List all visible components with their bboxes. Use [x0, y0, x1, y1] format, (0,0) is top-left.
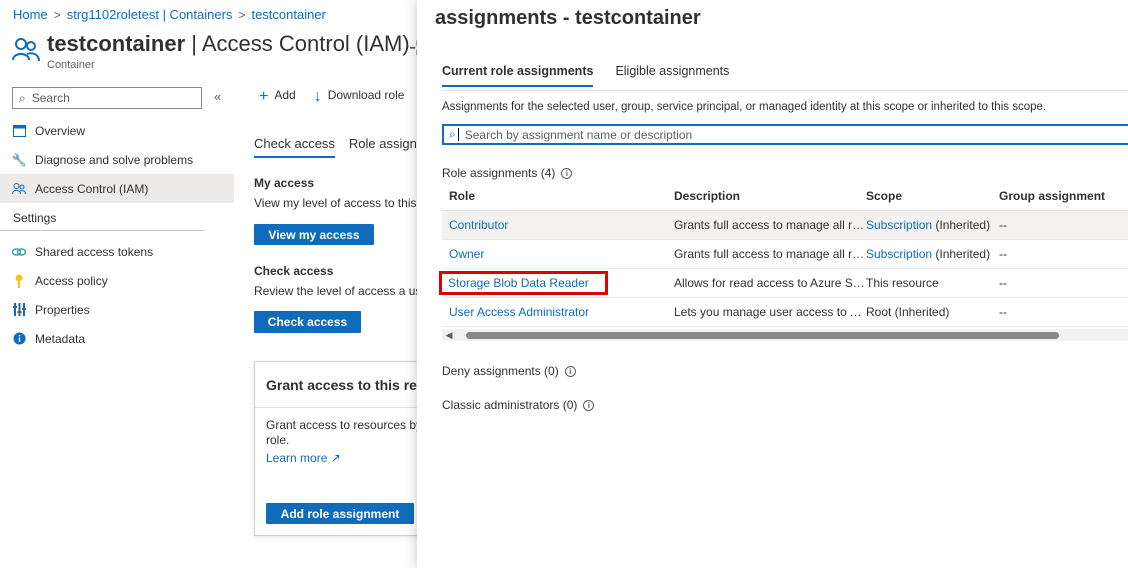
- sidebar-item-shared-access-tokens[interactable]: Shared access tokens: [0, 237, 234, 266]
- breadcrumb-testcontainer[interactable]: testcontainer: [251, 7, 325, 22]
- role-scope: Root (Inherited): [866, 305, 950, 319]
- people-icon: [12, 182, 26, 196]
- role-link[interactable]: Storage Blob Data Reader: [439, 271, 608, 295]
- role-assignments-table: Role Description Scope Group assignment …: [439, 182, 1128, 327]
- sidebar-item-diagnose[interactable]: 🔧 Diagnose and solve problems: [0, 145, 234, 174]
- panel-description: Assignments for the selected user, group…: [442, 101, 1047, 113]
- role-link[interactable]: User Access Administrator: [449, 305, 589, 319]
- check-access-text: Review the level of access a use: [254, 284, 429, 298]
- chevron-right-icon: >: [53, 7, 61, 22]
- role-description: Grants full access to manage all re...: [674, 247, 866, 261]
- info-icon: [12, 332, 26, 346]
- chevron-right-icon: >: [238, 7, 246, 22]
- info-icon[interactable]: i: [564, 365, 576, 377]
- classic-administrators: Classic administrators (0) i: [442, 398, 595, 412]
- role-link[interactable]: Owner: [449, 247, 484, 261]
- my-access-text: View my level of access to this r: [254, 196, 424, 210]
- sidebar-section: Settings: [0, 203, 234, 237]
- tabs-divider: [442, 90, 1128, 91]
- search-icon: ⌕: [19, 90, 26, 105]
- sidebar-nav: Overview 🔧 Diagnose and solve problems A…: [0, 116, 234, 353]
- assignments-panel: assignments - testcontainer Current role…: [417, 0, 1128, 568]
- iam-tabs: Check access Role assignm: [254, 136, 428, 158]
- grant-access-title: Grant access to this reso: [266, 377, 434, 393]
- role-assignments-count: Role assignments (4) i: [442, 166, 573, 180]
- page-subtitle: Container: [47, 59, 95, 71]
- check-access-title: Check access: [254, 264, 334, 278]
- table-row[interactable]: Owner Grants full access to manage all r…: [442, 240, 1128, 269]
- sidebar-item-access-policy[interactable]: Access policy: [0, 266, 234, 295]
- scrollbar-thumb[interactable]: [466, 332, 1059, 339]
- role-scope: Subscription (Inherited): [866, 218, 991, 232]
- breadcrumb-home[interactable]: Home: [13, 7, 48, 22]
- check-access-button[interactable]: Check access: [254, 311, 361, 333]
- scroll-left-icon[interactable]: ◀: [442, 330, 456, 341]
- role-description: Allows for read access to Azure St...: [674, 276, 866, 290]
- sidebar-item-overview[interactable]: Overview: [0, 116, 234, 145]
- view-my-access-button[interactable]: View my access: [254, 224, 374, 245]
- text-caret: [457, 128, 459, 141]
- column-header-role[interactable]: Role: [442, 189, 674, 203]
- people-icon: [12, 38, 40, 62]
- sidebar-search-input[interactable]: ⌕ Search: [12, 87, 202, 109]
- properties-icon: [12, 303, 26, 317]
- group-assignment: --: [999, 247, 1007, 261]
- role-description: Grants full access to manage all re...: [674, 218, 866, 232]
- group-assignment: --: [999, 218, 1007, 232]
- download-icon: ↓: [313, 88, 322, 105]
- my-access-title: My access: [254, 176, 315, 190]
- command-bar: + Add ↓ Download role: [259, 88, 404, 106]
- info-icon[interactable]: i: [561, 167, 573, 179]
- tab-current-role-assignments[interactable]: Current role assignments: [442, 64, 594, 87]
- breadcrumb-containers[interactable]: strg1102roletest | Containers: [67, 7, 233, 22]
- tab-eligible-assignments[interactable]: Eligible assignments: [615, 64, 729, 87]
- learn-more-link[interactable]: Learn more ↗: [266, 451, 341, 465]
- column-header-group-assignment[interactable]: Group assignment: [999, 189, 1128, 203]
- group-assignment: --: [999, 305, 1007, 319]
- panel-title: assignments - testcontainer: [435, 7, 701, 29]
- column-header-description[interactable]: Description: [674, 189, 866, 203]
- sidebar-item-iam[interactable]: Access Control (IAM): [0, 174, 234, 203]
- sidebar-item-properties[interactable]: Properties: [0, 295, 234, 324]
- search-icon: ⌕: [449, 127, 456, 141]
- page-title: testcontainer | Access Control (IAM): [47, 31, 410, 56]
- key-icon: [12, 274, 26, 288]
- tab-check-access[interactable]: Check access: [254, 136, 335, 158]
- role-scope: Subscription (Inherited): [866, 247, 991, 261]
- tab-role-assignments[interactable]: Role assignm: [349, 136, 428, 158]
- panel-tabs: Current role assignments Eligible assign…: [442, 64, 729, 87]
- info-icon[interactable]: i: [583, 399, 595, 411]
- grant-access-text: Grant access to resources by a role.: [266, 418, 433, 447]
- horizontal-scrollbar[interactable]: ◀: [442, 329, 1128, 341]
- role-scope: This resource: [866, 276, 939, 290]
- plus-icon: +: [259, 88, 269, 105]
- column-header-scope[interactable]: Scope: [866, 189, 999, 203]
- overview-icon: [12, 124, 26, 138]
- my-access-section: My access View my level of access to thi…: [254, 176, 424, 210]
- role-description: Lets you manage user access to A...: [674, 305, 866, 319]
- grant-access-card: Grant access to this reso Grant access t…: [254, 361, 434, 536]
- scope-link[interactable]: Subscription: [866, 247, 932, 261]
- add-role-assignment-button[interactable]: Add role assignment: [266, 503, 414, 524]
- group-assignment: --: [999, 276, 1007, 290]
- table-row[interactable]: Contributor Grants full access to manage…: [442, 211, 1128, 240]
- role-link[interactable]: Contributor: [449, 218, 508, 232]
- deny-assignments: Deny assignments (0) i: [442, 364, 576, 378]
- collapse-sidebar-icon[interactable]: «: [214, 89, 221, 104]
- breadcrumb: Home > strg1102roletest | Containers > t…: [13, 7, 326, 22]
- divider: [255, 407, 433, 408]
- sidebar-section-settings: Settings: [0, 205, 204, 231]
- download-role-button[interactable]: ↓ Download role: [314, 88, 405, 106]
- scope-link[interactable]: Subscription: [866, 218, 932, 232]
- table-header: Role Description Scope Group assignment: [442, 182, 1128, 211]
- table-row[interactable]: User Access Administrator Lets you manag…: [442, 298, 1128, 327]
- wrench-icon: 🔧: [11, 152, 27, 167]
- external-link-icon: ↗: [330, 451, 341, 465]
- check-access-section: Check access Review the level of access …: [254, 264, 428, 298]
- assignment-search-input[interactable]: ⌕ Search by assignment name or descripti…: [442, 124, 1128, 145]
- link-icon: [12, 245, 26, 259]
- table-row[interactable]: Storage Blob Data Reader Allows for read…: [439, 269, 1128, 298]
- sidebar-item-metadata[interactable]: Metadata: [0, 324, 234, 353]
- add-button[interactable]: + Add: [259, 88, 296, 106]
